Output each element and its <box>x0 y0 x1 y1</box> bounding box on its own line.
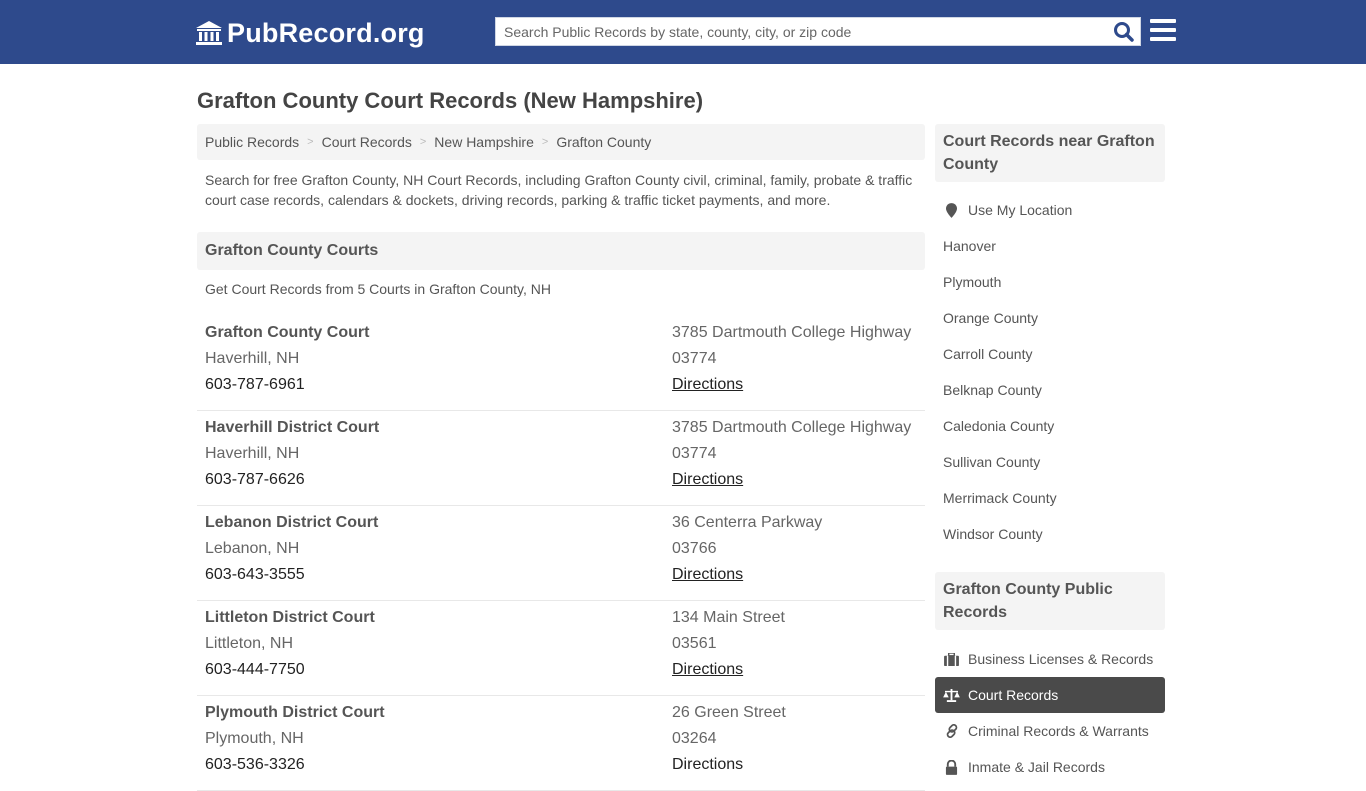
courts-list: Grafton County Court Haverhill, NH 603-7… <box>197 316 925 791</box>
breadcrumb-separator: > <box>419 136 427 148</box>
intro-text: Search for free Grafton County, NH Court… <box>205 172 913 208</box>
brand-name: PubRecord.org <box>227 17 425 48</box>
lock-icon <box>943 759 960 775</box>
public-records-list: Business Licenses & Records Court Record… <box>935 641 1165 785</box>
scale-icon <box>943 687 960 703</box>
court-address: 26 Green Street <box>672 704 786 721</box>
directions-link[interactable]: Directions <box>672 661 743 678</box>
menu-bar <box>1150 37 1176 41</box>
breadcrumb-grafton-county[interactable]: Grafton County <box>556 134 651 150</box>
sidebar-item-label: Business Licenses & Records <box>968 651 1154 667</box>
court-phone[interactable]: 603-643-3555 <box>205 562 378 588</box>
court-item: Lebanon District Court Lebanon, NH 603-6… <box>197 506 925 601</box>
sidebar-item-inmate-records[interactable]: Inmate & Jail Records <box>935 749 1165 785</box>
sidebar-item-label: Inmate & Jail Records <box>968 759 1105 775</box>
court-item: Plymouth District Court Plymouth, NH 603… <box>197 696 925 791</box>
sidebar-item-business-licenses[interactable]: Business Licenses & Records <box>935 641 1165 677</box>
court-phone[interactable]: 603-444-7750 <box>205 657 375 683</box>
court-address: 3785 Dartmouth College Highway <box>672 419 912 436</box>
nearby-link-orange-county[interactable]: Orange County <box>935 300 1165 336</box>
nearby-link-caledonia-county[interactable]: Caledonia County <box>935 408 1165 444</box>
court-name: Haverhill District Court <box>205 419 380 436</box>
court-city: Lebanon, NH <box>205 540 300 557</box>
hamburger-menu-button[interactable] <box>1150 19 1176 43</box>
briefcase-icon <box>943 651 960 667</box>
court-zip: 03264 <box>672 730 717 747</box>
court-item: Grafton County Court Haverhill, NH 603-7… <box>197 316 925 411</box>
court-name: Grafton County Court <box>205 324 370 341</box>
court-city: Littleton, NH <box>205 635 294 652</box>
use-my-location-button[interactable]: Use My Location <box>935 192 1165 228</box>
link-icon <box>943 723 960 739</box>
sidebar-item-criminal-records[interactable]: Criminal Records & Warrants <box>935 713 1165 749</box>
directions-link[interactable]: Directions <box>672 566 743 583</box>
nearby-link-plymouth[interactable]: Plymouth <box>935 264 1165 300</box>
menu-bar <box>1150 28 1176 32</box>
court-phone[interactable]: 603-536-3326 <box>205 752 385 778</box>
public-records-heading: Grafton County Public Records <box>935 572 1165 630</box>
court-zip: 03766 <box>672 540 717 557</box>
nearby-link-merrimack-county[interactable]: Merrimack County <box>935 480 1165 516</box>
nearby-link-windsor-county[interactable]: Windsor County <box>935 516 1165 552</box>
sidebar-item-label: Criminal Records & Warrants <box>968 723 1149 739</box>
menu-bar <box>1150 19 1176 23</box>
directions-link[interactable]: Directions <box>672 756 743 773</box>
map-marker-icon <box>943 202 960 218</box>
directions-link[interactable]: Directions <box>672 376 743 393</box>
court-zip: 03774 <box>672 445 717 462</box>
use-my-location-label: Use My Location <box>968 202 1073 218</box>
breadcrumb-public-records[interactable]: Public Records <box>205 134 299 150</box>
court-item: Littleton District Court Littleton, NH 6… <box>197 601 925 696</box>
directions-link[interactable]: Directions <box>672 471 743 488</box>
search-icon <box>1114 22 1134 42</box>
court-phone[interactable]: 603-787-6626 <box>205 467 379 493</box>
nearby-link-hanover[interactable]: Hanover <box>935 228 1165 264</box>
sidebar-item-court-records[interactable]: Court Records <box>935 677 1165 713</box>
court-zip: 03561 <box>672 635 717 652</box>
top-navbar: PubRecord.org <box>0 0 1366 64</box>
court-name: Lebanon District Court <box>205 514 379 531</box>
court-city: Haverhill, NH <box>205 350 300 367</box>
court-address: 3785 Dartmouth College Highway <box>672 324 912 341</box>
court-city: Haverhill, NH <box>205 445 300 462</box>
court-address: 36 Centerra Parkway <box>672 514 823 531</box>
search-button[interactable] <box>1112 21 1136 43</box>
court-zip: 03774 <box>672 350 717 367</box>
breadcrumb-separator: > <box>307 136 314 148</box>
courts-section-heading: Grafton County Courts <box>197 232 925 270</box>
courts-section-subheading: Get Court Records from 5 Courts in Graft… <box>205 281 551 297</box>
courthouse-icon <box>196 21 222 45</box>
breadcrumb-separator: > <box>541 136 549 148</box>
search-input[interactable] <box>496 18 1106 45</box>
nearby-link-belknap-county[interactable]: Belknap County <box>935 372 1165 408</box>
court-phone[interactable]: 603-787-6961 <box>205 372 369 398</box>
breadcrumb: Public Records > Court Records > New Ham… <box>197 124 925 160</box>
court-name: Plymouth District Court <box>205 704 385 721</box>
court-city: Plymouth, NH <box>205 730 304 747</box>
nearby-link-carroll-county[interactable]: Carroll County <box>935 336 1165 372</box>
search-bar <box>495 17 1141 46</box>
court-item: Haverhill District Court Haverhill, NH 6… <box>197 411 925 506</box>
page-title: Grafton County Court Records (New Hampsh… <box>197 88 704 113</box>
court-name: Littleton District Court <box>205 609 375 626</box>
nearby-link-sullivan-county[interactable]: Sullivan County <box>935 444 1165 480</box>
nearby-heading: Court Records near Grafton County <box>935 124 1165 182</box>
nearby-list: Use My Location Hanover Plymouth Orange … <box>935 192 1165 552</box>
breadcrumb-court-records[interactable]: Court Records <box>322 134 412 150</box>
sidebar-item-label: Court Records <box>968 687 1059 703</box>
breadcrumb-new-hampshire[interactable]: New Hampshire <box>434 134 534 150</box>
brand-logo-link[interactable]: PubRecord.org <box>195 16 425 50</box>
court-address: 134 Main Street <box>672 609 785 626</box>
